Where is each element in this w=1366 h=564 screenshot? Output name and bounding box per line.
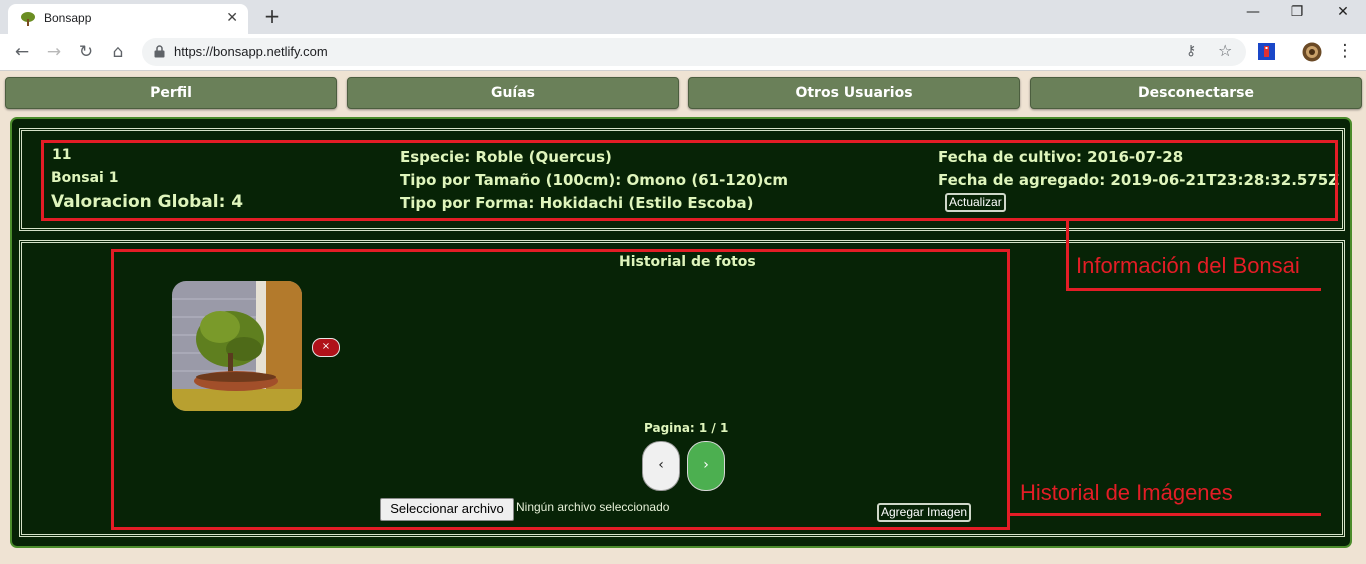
info-callout-line-h [1066, 288, 1321, 291]
close-tab-icon[interactable]: ✕ [226, 10, 238, 26]
tree-icon [21, 12, 35, 26]
menu-icon[interactable]: ⋮ [1334, 41, 1356, 61]
profile-avatar-icon[interactable] [1302, 42, 1322, 62]
guias-button[interactable]: Guías [347, 77, 679, 109]
info-highlight-box [41, 140, 1338, 221]
browser-toolbar: ← → ↻ ⌂ https://bonsapp.netlify.com ⚷ ☆ … [0, 34, 1366, 71]
star-icon[interactable]: ☆ [1218, 41, 1232, 60]
extension-icon[interactable] [1258, 43, 1275, 60]
address-bar[interactable]: https://bonsapp.netlify.com ⚷ ☆ [142, 38, 1246, 66]
back-icon[interactable]: ← [11, 42, 33, 62]
history-highlight-box [111, 249, 1010, 530]
home-icon[interactable]: ⌂ [107, 42, 129, 62]
window-close-icon[interactable]: ✕ [1328, 4, 1358, 20]
tab-title: Bonsapp [44, 11, 92, 25]
lock-icon [154, 45, 165, 58]
restore-icon[interactable]: ❐ [1282, 4, 1312, 20]
history-callout-line [1010, 513, 1321, 516]
info-callout-line-v [1066, 221, 1069, 291]
perfil-button[interactable]: Perfil [5, 77, 337, 109]
browser-tab-bar: Bonsapp ✕ + — ❐ ✕ [0, 0, 1366, 34]
otros-usuarios-button[interactable]: Otros Usuarios [688, 77, 1020, 109]
minimize-icon[interactable]: — [1238, 4, 1268, 20]
forward-icon[interactable]: → [43, 42, 65, 62]
new-tab-icon[interactable]: + [262, 4, 282, 28]
info-annotation-label: Información del Bonsai [1076, 253, 1300, 278]
desconectarse-button[interactable]: Desconectarse [1030, 77, 1362, 109]
history-annotation-label: Historial de Imágenes [1020, 480, 1233, 505]
reload-icon[interactable]: ↻ [75, 42, 97, 62]
url-text: https://bonsapp.netlify.com [174, 44, 328, 59]
key-icon[interactable]: ⚷ [1186, 43, 1196, 59]
browser-tab[interactable]: Bonsapp ✕ [8, 4, 248, 34]
